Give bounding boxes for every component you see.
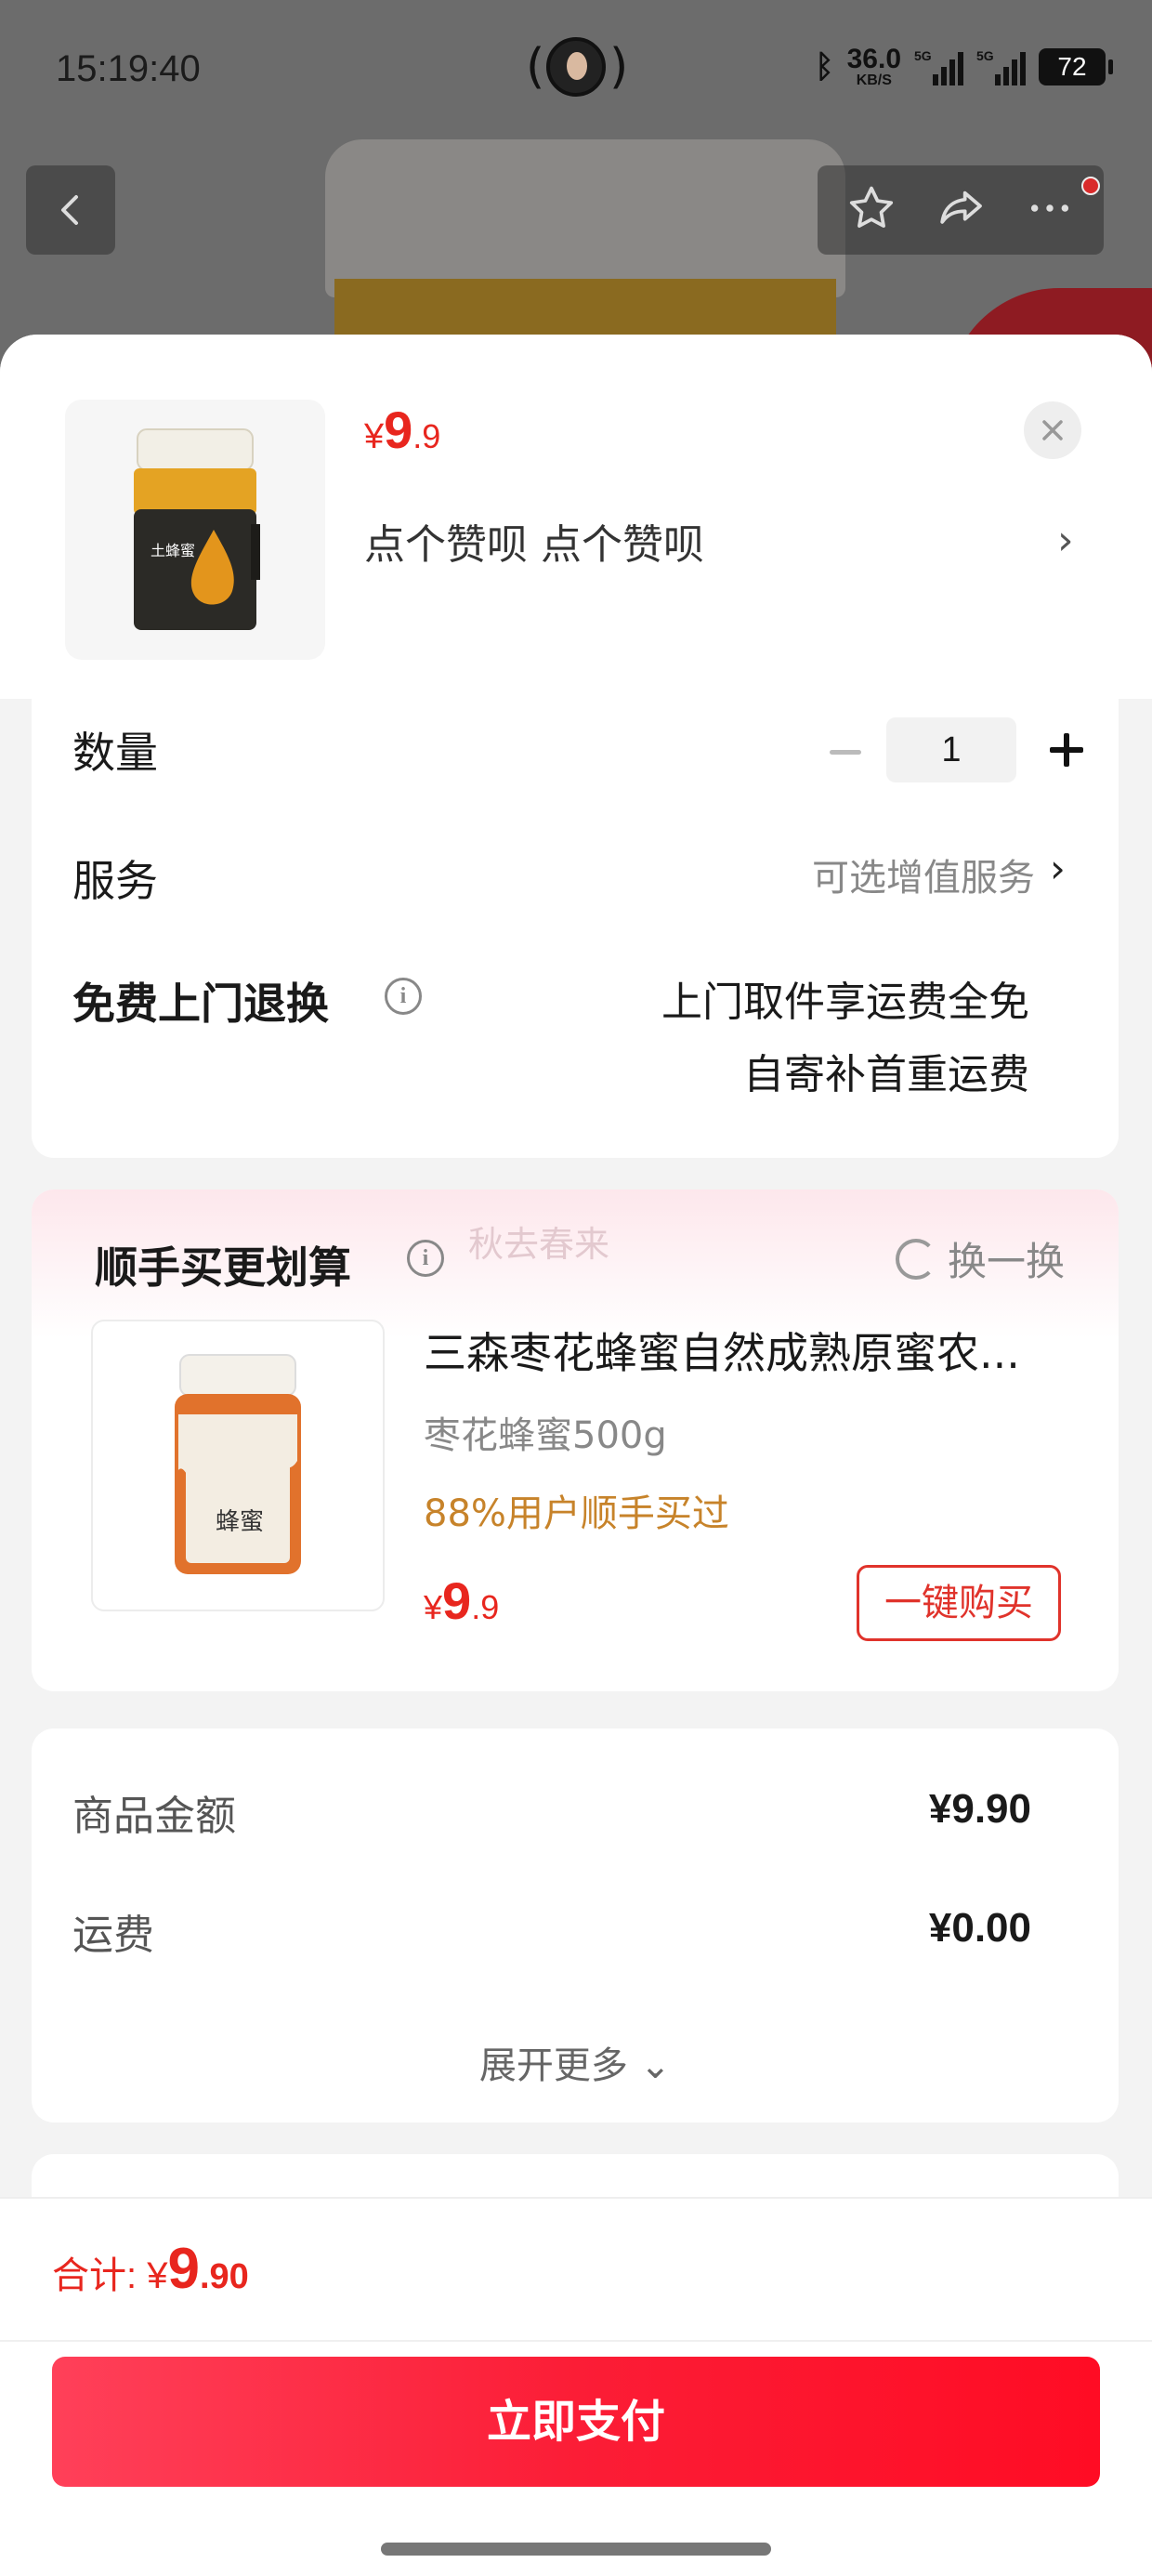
close-icon (1042, 420, 1063, 440)
options-card: 数量 1 服务 可选增值服务 › 免费上门退换 i 上门取件享运费全免 自寄补首… (32, 699, 1119, 1158)
upsell-tag: 88%用户顺手买过 (424, 1492, 729, 1535)
floating-avatar[interactable]: ( ) (526, 33, 628, 100)
upsell-card: 秋去春来 顺手买更划算 i 换一换 蜂蜜 三森枣花蜂蜜自然成熟原蜜农... 枣花… (32, 1189, 1119, 1691)
goods-amount-label: 商品金额 (72, 1793, 236, 1840)
signal-icon: 5G (914, 48, 963, 85)
one-click-buy-button[interactable]: 一键购买 (857, 1565, 1061, 1641)
watermark-text: 秋去春来 (468, 1224, 610, 1265)
free-return-line1: 上门取件享运费全免 (661, 979, 1029, 1026)
back-button[interactable] (26, 165, 115, 255)
service-label: 服务 (72, 856, 158, 906)
info-icon[interactable]: i (385, 978, 422, 1015)
service-hint[interactable]: 可选增值服务 (812, 848, 1035, 901)
network-speed-unit: KB/S (856, 72, 892, 88)
avatar-bracket-left: ( (526, 39, 545, 95)
honey-jar-image: 土蜂蜜 (134, 428, 260, 630)
plus-icon[interactable] (1035, 719, 1096, 781)
swap-label: 换一换 (947, 1239, 1065, 1284)
price-decimal: .9 (471, 1588, 500, 1626)
shipping-value: ¥0.00 (928, 1905, 1031, 1951)
signal-icon: 5G (976, 48, 1026, 85)
nav-actions (818, 165, 1104, 255)
quantity-decrease-button[interactable] (818, 729, 873, 775)
upsell-price: ¥9.9 (424, 1571, 499, 1631)
notification-dot (1081, 177, 1100, 195)
upsell-product-spec: 枣花蜂蜜500g (424, 1414, 667, 1457)
upsell-thumbnail[interactable]: 蜂蜜 (91, 1320, 385, 1611)
upsell-title: 顺手买更划算 (95, 1242, 351, 1293)
jujube-honey-jar-image: 蜂蜜 (175, 1354, 301, 1574)
home-indicator[interactable] (381, 2543, 771, 2556)
product-thumbnail[interactable]: 土蜂蜜 (65, 400, 325, 660)
quantity-label: 数量 (72, 728, 158, 778)
price-symbol: ¥ (424, 1588, 443, 1626)
signal-label: 5G (976, 48, 994, 63)
swap-button[interactable]: 换一换 (895, 1230, 1065, 1287)
jar-label-text: 土蜂蜜 (151, 542, 195, 559)
selected-spec[interactable]: 点个赞呗 点个赞呗 (364, 511, 704, 571)
chevron-right-icon[interactable]: › (1050, 846, 1066, 891)
price-symbol: ¥ (364, 417, 385, 456)
chevron-right-icon[interactable]: › (1057, 517, 1074, 564)
background-jar-cap (325, 139, 845, 297)
upsell-product-name[interactable]: 三森枣花蜂蜜自然成熟原蜜农... (424, 1320, 1074, 1381)
refresh-icon (895, 1238, 936, 1280)
total-label: 合计: ¥ (52, 2255, 168, 2296)
amount-card: 商品金额 ¥9.90 运费 ¥0.00 展开更多 ⌄ (32, 1728, 1119, 2123)
favorite-button[interactable] (845, 182, 897, 238)
free-return-line2: 自寄补首重运费 (743, 1051, 1029, 1098)
total-integer: 9 (167, 2237, 200, 2301)
shipping-label: 运费 (72, 1912, 154, 1959)
divider (0, 2340, 1152, 2342)
network-speed-value: 36.0 (846, 44, 901, 74)
expand-more-button[interactable]: 展开更多 ⌄ (32, 2035, 1119, 2089)
network-speed: 36.0 KB/S (847, 46, 901, 88)
close-button[interactable] (1024, 401, 1081, 459)
quantity-input[interactable]: 1 (886, 717, 1016, 782)
system-icons: ᛒ 36.0 KB/S 5G 5G 72 (815, 41, 1113, 93)
info-icon[interactable]: i (407, 1240, 444, 1277)
free-return-label: 免费上门退换 (72, 979, 329, 1029)
goods-amount-value: ¥9.90 (928, 1786, 1031, 1832)
more-icon (1030, 204, 1069, 212)
more-button[interactable] (1024, 182, 1076, 238)
share-icon (940, 191, 982, 224)
bottom-bar: 合计: ¥9.90 立即支付 (0, 2197, 1152, 2576)
pay-now-button[interactable]: 立即支付 (52, 2357, 1100, 2487)
price-integer: 9 (442, 1571, 472, 1630)
avatar-bracket-right: ) (609, 39, 629, 95)
avatar (546, 37, 606, 97)
minus-icon (830, 749, 861, 755)
total-decimal: .90 (199, 2257, 249, 2296)
bluetooth-icon: ᛒ (815, 48, 834, 85)
price-integer: 9 (384, 401, 413, 459)
status-time: 15:19:40 (56, 48, 201, 89)
signal-label: 5G (914, 48, 932, 63)
status-bar: 15:19:40 ( ) ᛒ 36.0 KB/S 5G 5G 72 (0, 0, 1152, 139)
price-decimal: .9 (412, 417, 441, 455)
star-icon (849, 186, 894, 228)
battery-icon: 72 (1039, 48, 1113, 85)
order-total: 合计: ¥9.90 (52, 2236, 249, 2302)
back-icon (61, 195, 78, 225)
jar-label-text: 蜂蜜 (216, 1508, 264, 1536)
share-button[interactable] (935, 182, 987, 238)
sheet-header: 土蜂蜜 ¥9.9 点个赞呗 点个赞呗 › (0, 335, 1152, 699)
product-price: ¥9.9 (364, 400, 440, 460)
